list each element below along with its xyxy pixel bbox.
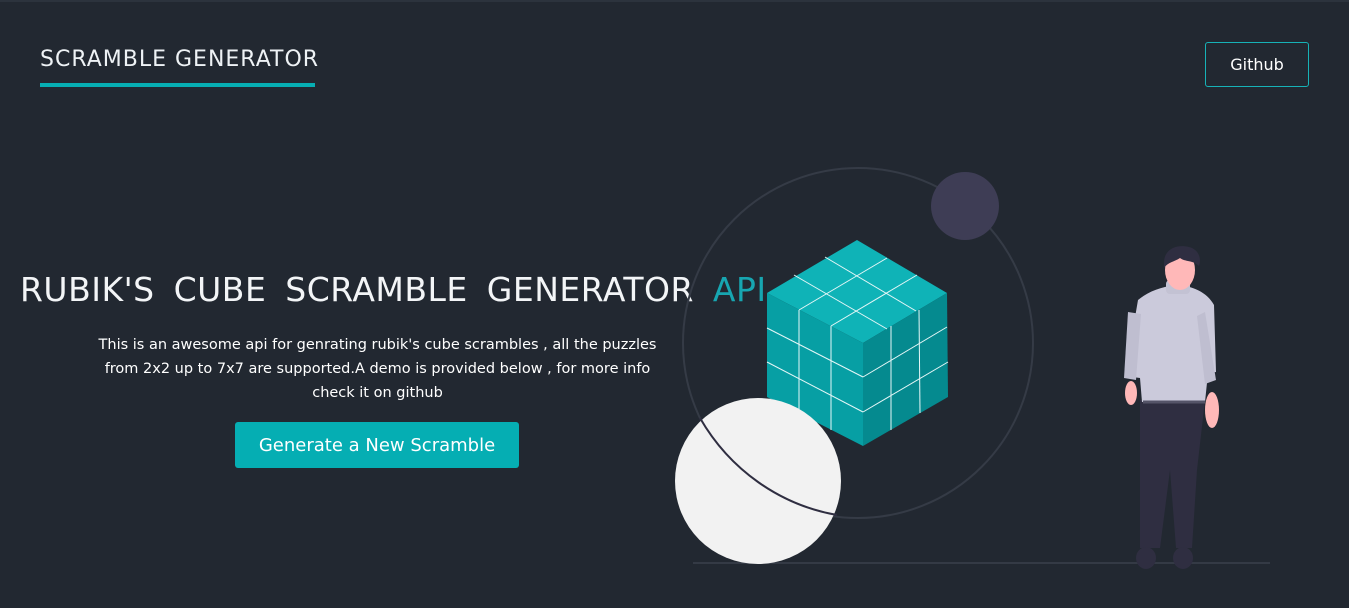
top-border (0, 0, 1349, 2)
planet-icon (931, 172, 999, 240)
github-button[interactable]: Github (1205, 42, 1309, 87)
hero-description: This is an awesome api for genrating rub… (98, 337, 657, 401)
generate-scramble-button[interactable]: Generate a New Scramble (235, 422, 519, 468)
hero-illustration (675, 167, 1270, 569)
sphere-icon (675, 398, 841, 564)
brand-title[interactable]: SCRAMBLE GENERATOR (40, 47, 319, 72)
person-icon (1124, 246, 1219, 569)
brand-underline (40, 83, 315, 87)
hero-title: RUBIK'S CUBE SCRAMBLE GENERATOR API (20, 270, 766, 309)
hero-title-main: RUBIK'S CUBE SCRAMBLE GENERATOR (20, 270, 694, 309)
